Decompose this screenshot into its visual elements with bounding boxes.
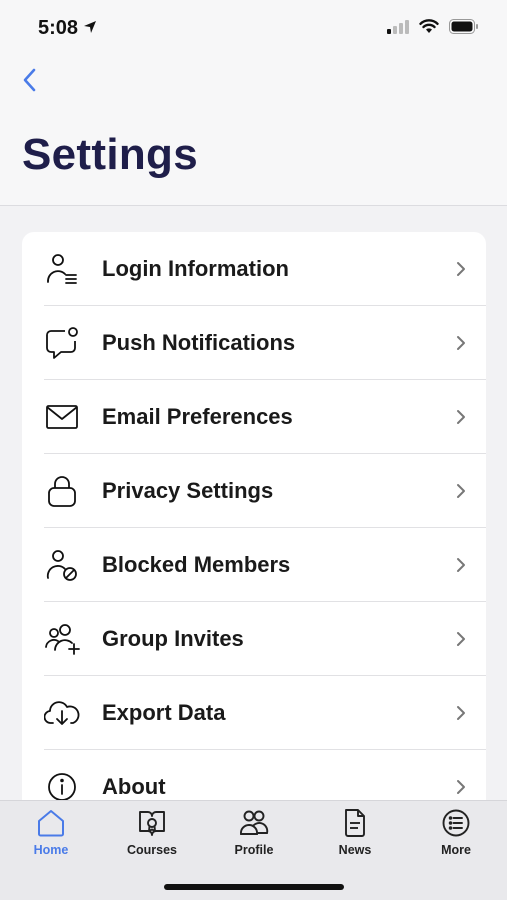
lock-icon (44, 473, 80, 509)
user-blocked-icon (44, 547, 80, 583)
people-icon (237, 807, 271, 839)
settings-item-label: Group Invites (102, 626, 244, 651)
status-time: 5:08 (38, 17, 97, 40)
home-indicator[interactable] (164, 884, 344, 890)
chevron-left-icon (23, 68, 37, 97)
tab-label: More (441, 843, 471, 857)
group-add-icon (44, 621, 80, 657)
settings-list: Login Information Push Notifications Ema… (22, 232, 486, 832)
status-bar: 5:08 (0, 0, 507, 56)
settings-item-label: Email Preferences (102, 404, 293, 429)
chevron-right-icon (454, 407, 468, 427)
settings-item-login-information[interactable]: Login Information (22, 232, 486, 306)
settings-item-privacy-settings[interactable]: Privacy Settings (22, 454, 486, 528)
tab-label: Home (33, 843, 69, 857)
battery-icon (449, 19, 479, 39)
settings-item-group-invites[interactable]: Group Invites (22, 602, 486, 676)
back-button[interactable] (16, 68, 44, 96)
tab-profile[interactable]: Profile (204, 807, 304, 863)
tab-home[interactable]: Home (1, 807, 101, 863)
tab-label: Profile (234, 843, 274, 857)
chevron-right-icon (454, 777, 468, 797)
chevron-right-icon (454, 703, 468, 723)
home-icon (34, 807, 68, 839)
document-icon (338, 807, 372, 839)
tab-label: News (338, 843, 372, 857)
tab-news[interactable]: News (305, 807, 405, 863)
location-arrow-icon (83, 17, 97, 40)
chevron-right-icon (454, 555, 468, 575)
settings-item-email-preferences[interactable]: Email Preferences (22, 380, 486, 454)
cellular-signal-icon (387, 19, 409, 39)
envelope-icon (44, 399, 80, 435)
chevron-right-icon (454, 629, 468, 649)
list-icon (439, 807, 473, 839)
book-icon (135, 807, 169, 839)
cloud-download-icon (44, 695, 80, 731)
settings-item-push-notifications[interactable]: Push Notifications (22, 306, 486, 380)
wifi-icon (419, 19, 439, 39)
settings-item-label: About (102, 774, 166, 799)
navigation-header: Settings (0, 56, 507, 206)
settings-item-label: Login Information (102, 256, 289, 281)
tab-courses[interactable]: Courses (102, 807, 202, 863)
chevron-right-icon (454, 259, 468, 279)
chat-bubble-badge-icon (44, 325, 80, 361)
settings-item-label: Blocked Members (102, 552, 291, 577)
tab-label: Courses (126, 843, 178, 857)
settings-item-export-data[interactable]: Export Data (22, 676, 486, 750)
chevron-right-icon (454, 481, 468, 501)
chevron-right-icon (454, 333, 468, 353)
settings-item-blocked-members[interactable]: Blocked Members (22, 528, 486, 602)
user-lines-icon (44, 251, 80, 287)
settings-item-label: Privacy Settings (102, 478, 274, 503)
tab-more[interactable]: More (406, 807, 506, 863)
page-title: Settings (22, 130, 198, 179)
status-time-text: 5:08 (38, 17, 79, 39)
settings-item-label: Export Data (102, 700, 226, 725)
settings-item-label: Push Notifications (102, 330, 296, 355)
